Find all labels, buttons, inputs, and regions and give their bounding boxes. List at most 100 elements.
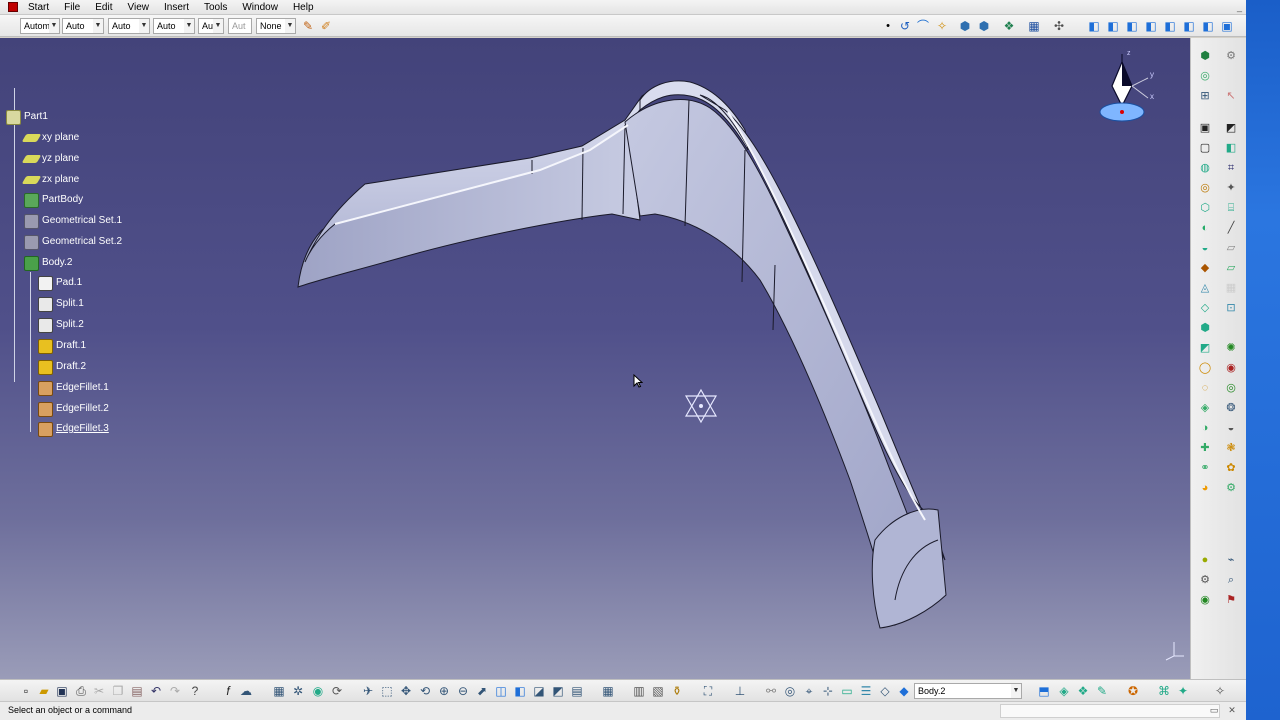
minimize-icon[interactable]: _	[1233, 1, 1246, 13]
tree-node-split-1[interactable]: Split.1	[38, 295, 84, 313]
sphere-icon[interactable]: ◎	[782, 683, 798, 699]
view-front-icon[interactable]: ◧	[1105, 18, 1121, 34]
construction-icon[interactable]: ▧	[650, 683, 666, 699]
shell-tool-icon[interactable]: ▦	[1223, 280, 1239, 296]
tree-node-split-2[interactable]: Split.2	[38, 316, 84, 334]
menu-insert[interactable]: Insert	[157, 0, 197, 15]
circ-pattern-icon[interactable]: ❂	[1223, 400, 1239, 416]
hide-show-icon[interactable]: ◩	[550, 683, 566, 699]
update-icon[interactable]: ⟳	[329, 683, 345, 699]
shading-icon[interactable]: ◪	[531, 683, 547, 699]
view-left-icon[interactable]: ◧	[1143, 18, 1159, 34]
multi-view-icon[interactable]: ◫	[493, 683, 509, 699]
tree-node-xy-plane[interactable]: xy plane	[21, 129, 79, 147]
measure-between-icon[interactable]: ⌁	[1223, 552, 1239, 568]
scaling-icon[interactable]: ◑	[1197, 420, 1213, 436]
cut-part-icon[interactable]: ⚱	[669, 683, 685, 699]
linetype-combo[interactable]: Auto ▼	[153, 18, 195, 34]
fly-mode-icon[interactable]: ✈	[360, 683, 376, 699]
remove-icon[interactable]: ❃	[1223, 440, 1239, 456]
workbench-icon[interactable]: ◎	[1197, 68, 1213, 84]
menu-view[interactable]: View	[120, 0, 157, 15]
menu-help[interactable]: Help	[286, 0, 322, 15]
draft-tool-icon[interactable]: ◬	[1197, 280, 1213, 296]
thick-surface-icon[interactable]: ✺	[1223, 340, 1239, 356]
hole-tool-icon[interactable]: ◍	[1197, 160, 1213, 176]
body-selector[interactable]: Body.2 ▼	[914, 683, 1022, 699]
view-iso-icon[interactable]: ◧	[1086, 18, 1102, 34]
union-trim-icon[interactable]: ✿	[1223, 460, 1239, 476]
dot-icon[interactable]: •	[880, 18, 896, 34]
tree-node-body-2[interactable]: Body.2	[24, 254, 72, 272]
analysis-icon[interactable]: ⬢	[976, 18, 992, 34]
close-command-icon[interactable]: ✕	[1226, 704, 1238, 717]
list-icon[interactable]: ☰	[858, 683, 874, 699]
intersect-icon[interactable]: ⚭	[1197, 460, 1213, 476]
snap-grid-icon[interactable]: ▥	[631, 683, 647, 699]
rib-tool-icon[interactable]: ⌗	[1223, 160, 1239, 176]
edge-fillet-tool-icon[interactable]: ◐	[1197, 220, 1213, 236]
tree-node-draft-2[interactable]: Draft.2	[38, 358, 86, 376]
layer-combo[interactable]: Autom ▼	[20, 18, 60, 34]
knowledge-icon[interactable]: ❖	[1001, 18, 1017, 34]
view-right-icon[interactable]: ◧	[1162, 18, 1178, 34]
annotation-icon[interactable]: ◉	[1197, 592, 1213, 608]
catia-v4-icon[interactable]: ◈	[1056, 683, 1072, 699]
boolean-icon[interactable]: ◒	[1223, 420, 1239, 436]
iso-view-icon[interactable]: ◧	[512, 683, 528, 699]
sketch-icon[interactable]: ↺	[897, 18, 913, 34]
reaction-icon[interactable]: ✎	[1094, 683, 1110, 699]
line-tool-icon[interactable]: ╱	[1223, 220, 1239, 236]
copy-icon[interactable]: ❐	[110, 683, 126, 699]
tree-node-partbody[interactable]: PartBody	[24, 191, 83, 209]
redo-icon[interactable]: ↷	[167, 683, 183, 699]
define-in-work-icon[interactable]: ◆	[896, 683, 912, 699]
tree-node-part1[interactable]: Part1	[6, 108, 48, 126]
grid-icon[interactable]: ▦	[600, 683, 616, 699]
design-table-icon[interactable]: ▦	[271, 683, 287, 699]
hanger-model[interactable]	[0, 38, 1190, 679]
tree-node-zx-plane[interactable]: zx plane	[21, 171, 79, 189]
pocket-tool-icon[interactable]: ◩	[1223, 120, 1239, 136]
sketcher-icon[interactable]: ⬢	[1197, 48, 1213, 64]
split-tool-icon[interactable]: ◩	[1197, 340, 1213, 356]
slot-tool-icon[interactable]: ◎	[1197, 180, 1213, 196]
stiffener-tool-icon[interactable]: ✦	[1223, 180, 1239, 196]
point-combo[interactable]: Aut	[228, 18, 252, 34]
open-icon[interactable]: ▰	[36, 683, 52, 699]
menu-window[interactable]: Window	[235, 0, 286, 15]
select-icon[interactable]: ↖	[1223, 88, 1239, 104]
undo-icon[interactable]: ↶	[148, 683, 164, 699]
table-icon[interactable]: ▦	[1026, 18, 1042, 34]
knowledge-advisor-icon[interactable]: ☁	[238, 683, 254, 699]
pan-icon[interactable]: ✥	[398, 683, 414, 699]
curve-icon[interactable]: ⌒	[915, 18, 931, 34]
constraint-icon[interactable]: ⚑	[1223, 592, 1239, 608]
multi-pocket-icon[interactable]: ⌸	[1223, 200, 1239, 216]
normal-view-icon[interactable]: ⬈	[474, 683, 490, 699]
section-icon[interactable]: ▭	[839, 683, 855, 699]
translation-icon[interactable]: ◯	[1197, 360, 1213, 376]
photo-studio-icon[interactable]: ✪	[1125, 683, 1141, 699]
shaft-tool-icon[interactable]: ▢	[1197, 140, 1213, 156]
catia-icon[interactable]: ✧	[1212, 683, 1228, 699]
menu-start[interactable]: Start	[24, 0, 57, 15]
paste-icon[interactable]: ▤	[129, 683, 145, 699]
view-back-icon[interactable]: ◧	[1124, 18, 1140, 34]
measure-inertia-icon[interactable]: ⌕	[1223, 572, 1239, 588]
layer-filter-combo[interactable]: None ▼	[256, 18, 296, 34]
catalog-icon[interactable]: ◉	[310, 683, 326, 699]
swap-visible-icon[interactable]: ▤	[569, 683, 585, 699]
law-icon[interactable]: ✲	[290, 683, 306, 699]
chain-icon[interactable]: ⚯	[763, 683, 779, 699]
view-named-icon[interactable]: ▣	[1219, 18, 1235, 34]
brush-icon[interactable]: ✐	[318, 18, 334, 34]
whats-this-icon[interactable]: ?	[187, 683, 203, 699]
rotation-icon[interactable]: ◉	[1223, 360, 1239, 376]
view-top-icon[interactable]: ◧	[1181, 18, 1197, 34]
new-icon[interactable]: ▫	[18, 683, 34, 699]
axis-icon[interactable]: ⊹	[820, 683, 836, 699]
rotate-icon[interactable]: ⟲	[417, 683, 433, 699]
thickness-tool-icon[interactable]: ◇	[1197, 300, 1213, 316]
assemble-icon[interactable]: ⚙	[1223, 480, 1239, 496]
